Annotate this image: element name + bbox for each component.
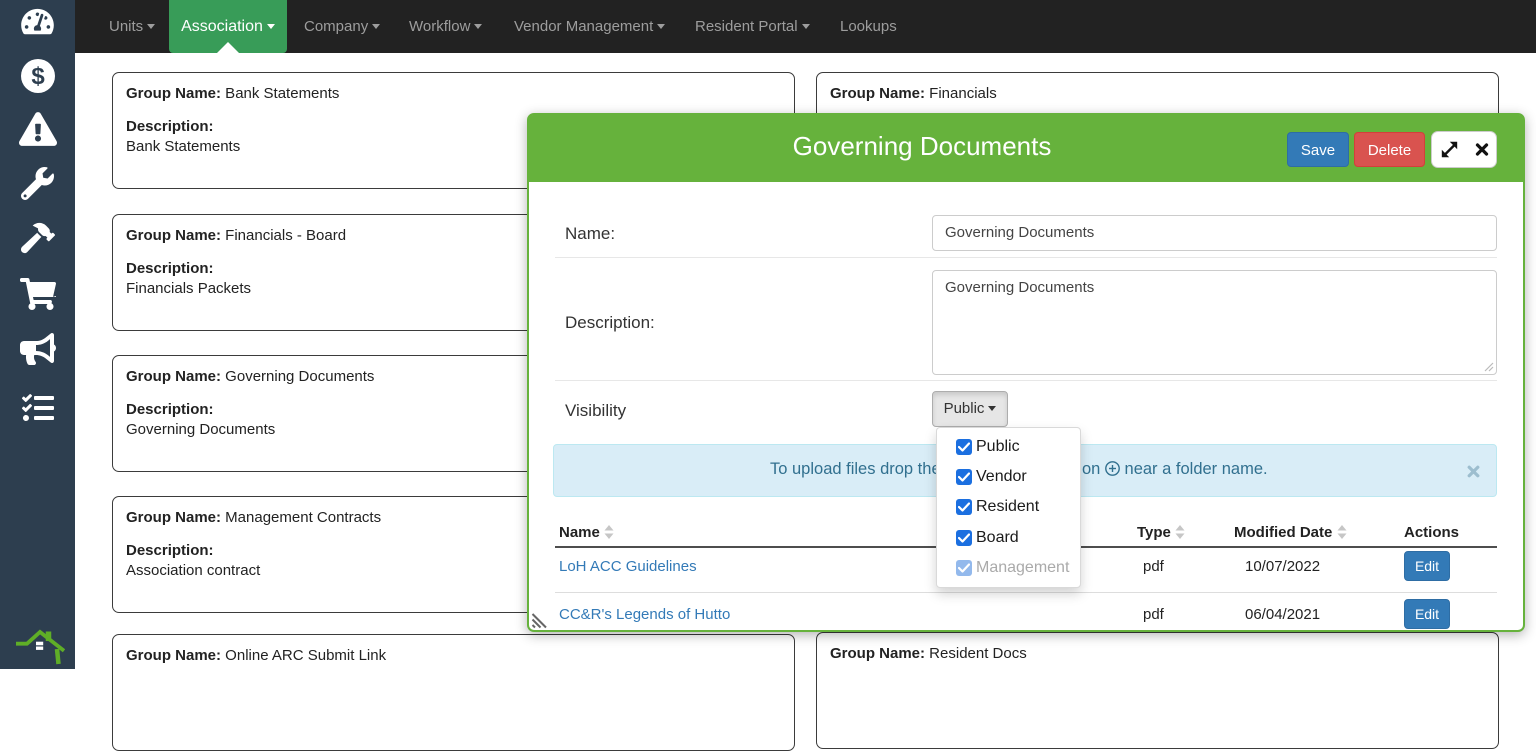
svg-text:$: $	[31, 63, 45, 90]
